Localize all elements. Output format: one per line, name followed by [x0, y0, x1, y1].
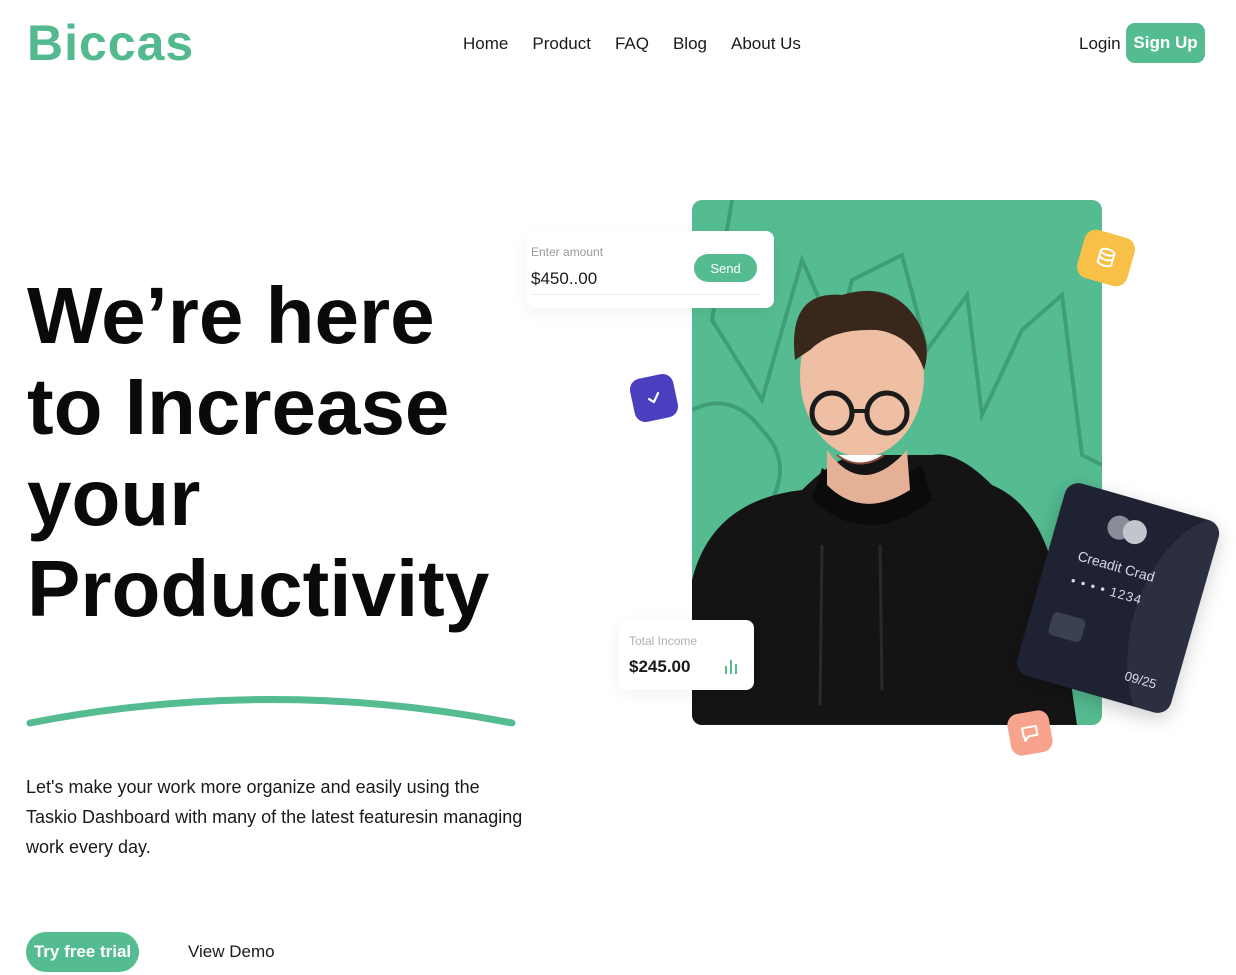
try-free-trial-button[interactable]: Try free trial — [26, 932, 139, 972]
main-nav: Home Product FAQ Blog About Us — [463, 34, 801, 54]
amount-input[interactable]: $450..00 — [531, 269, 597, 289]
hero-headline: We’re here to Increase your Productivity — [27, 270, 489, 634]
amount-divider — [531, 294, 759, 295]
card-chip — [1047, 610, 1087, 644]
sign-up-button[interactable]: Sign Up — [1126, 23, 1205, 63]
bar-chart-icon — [725, 660, 737, 674]
nav-item-faq[interactable]: FAQ — [615, 34, 649, 54]
headline-line-2: to Increase — [27, 362, 450, 451]
headline-line-4: Productivity — [27, 544, 490, 633]
hero-description: Let's make your work more organize and e… — [26, 777, 523, 857]
nav-item-home[interactable]: Home — [463, 34, 508, 54]
chat-icon — [1005, 708, 1055, 758]
login-link[interactable]: Login — [1079, 34, 1121, 54]
send-button[interactable]: Send — [694, 254, 757, 282]
income-label: Total Income — [629, 634, 698, 648]
nav-item-product[interactable]: Product — [532, 34, 591, 54]
checkmark-icon — [627, 371, 681, 425]
income-value: $245.00 — [629, 657, 691, 676]
nav-item-blog[interactable]: Blog — [673, 34, 707, 54]
headline-underline — [26, 696, 516, 727]
amount-card: Enter amount $450..00 Send — [527, 231, 774, 308]
brand-logo[interactable]: Biccas — [27, 14, 194, 72]
headline-line-1: We’re here — [27, 271, 435, 360]
nav-item-about-us[interactable]: About Us — [731, 34, 801, 54]
amount-label: Enter amount — [531, 245, 604, 259]
headline-line-3: your — [27, 453, 201, 542]
mastercard-icon — [1107, 515, 1147, 545]
view-demo-link[interactable]: View Demo — [188, 942, 275, 962]
total-income-card: Total Income $245.00 — [619, 620, 754, 690]
